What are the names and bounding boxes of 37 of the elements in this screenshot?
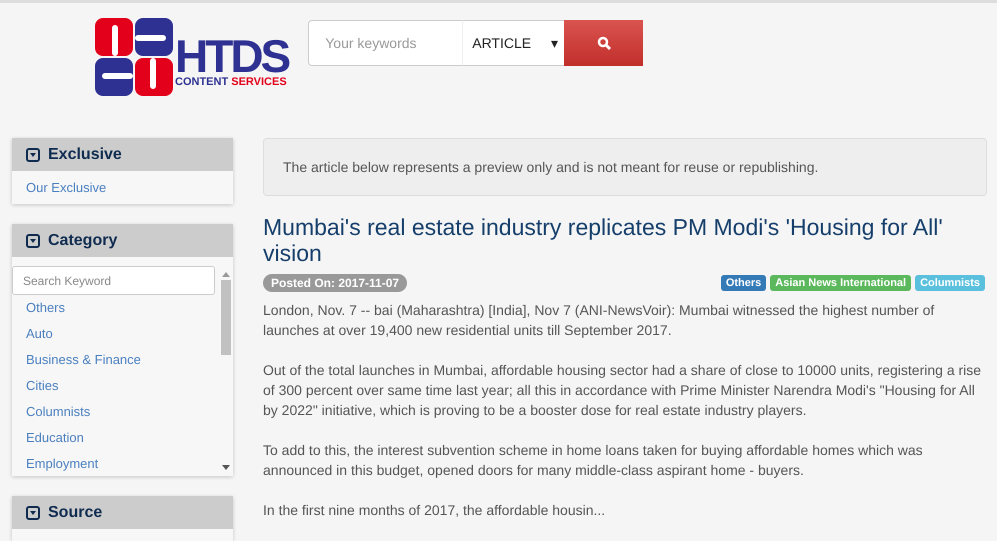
paragraph: London, Nov. 7 -- bai (Maharashtra) [India], Nov 7 (ANI-NewsVoir): Mumbai witnessed the highest number of launches at over 19,400 new residential units till September 2017. xyxy=(263,301,936,340)
panel-title: Exclusive xyxy=(48,146,122,164)
logo-text: HTDS xyxy=(175,36,288,76)
panel-header[interactable]: Source xyxy=(12,496,233,529)
paragraph: In the first nine months of 2017, the affordable housin... xyxy=(263,501,606,520)
panel-title: Source xyxy=(48,504,102,522)
tag[interactable]: Asian News International xyxy=(770,275,912,291)
tag[interactable]: Others xyxy=(720,275,766,291)
tag[interactable]: Columnists xyxy=(915,275,985,291)
category-link[interactable]: Auto xyxy=(12,321,219,347)
scroll-up-icon[interactable] xyxy=(222,272,230,277)
scroll-down-icon[interactable] xyxy=(222,465,230,470)
type-dropdown[interactable]: ARTICLE ▾ xyxy=(462,20,564,66)
caret-icon xyxy=(26,506,40,520)
logo-tagline: CONTENT SERVICES xyxy=(175,76,288,88)
paragraph: Out of the total launches in Mumbai, affordable housing sector had a share of close to 10000 units, registering a rise of 300 percent over same time last year; all this in accordance with Prime Minister Narendra Modi's "Housing for All by 2022" initiative, which is proving to be a booster dose for real estate industry players. xyxy=(263,361,982,420)
keyword-field[interactable]: Search Keyword xyxy=(12,266,215,295)
notice-text: The article below represents a preview only and is not meant for reuse or republishing. xyxy=(263,138,987,196)
category-link[interactable]: Business & Finance xyxy=(12,347,219,373)
sidebar-link[interactable]: Our Exclusive xyxy=(12,175,233,200)
category-link[interactable]: Employment xyxy=(12,451,219,477)
posted-date: Posted On: 2017-11-07 xyxy=(263,274,408,292)
paragraph: To add to this, the interest subvention scheme in home loans taken for buying affordable homes which was announced in this budget, opened doors for many middle-class aspirant home - buyers. xyxy=(263,441,924,480)
panel-title: Category xyxy=(48,232,118,250)
panel-header[interactable]: Exclusive xyxy=(12,138,233,171)
caret-icon xyxy=(26,234,40,248)
search-icon xyxy=(596,36,611,50)
keyword-field[interactable]: Your keywords xyxy=(308,20,462,66)
panel-header[interactable]: Category xyxy=(12,224,233,257)
category-link[interactable]: Columnists xyxy=(12,399,219,425)
article-title: Mumbai's real estate industry replicates PM Modi's 'Housing for All' vision xyxy=(263,214,944,266)
category-link[interactable]: Education xyxy=(12,425,219,451)
logo-icon xyxy=(95,18,173,96)
caret-icon xyxy=(26,148,40,162)
search-button[interactable] xyxy=(564,20,644,66)
category-link[interactable]: Others xyxy=(12,295,219,321)
category-link[interactable]: Cities xyxy=(12,373,219,399)
